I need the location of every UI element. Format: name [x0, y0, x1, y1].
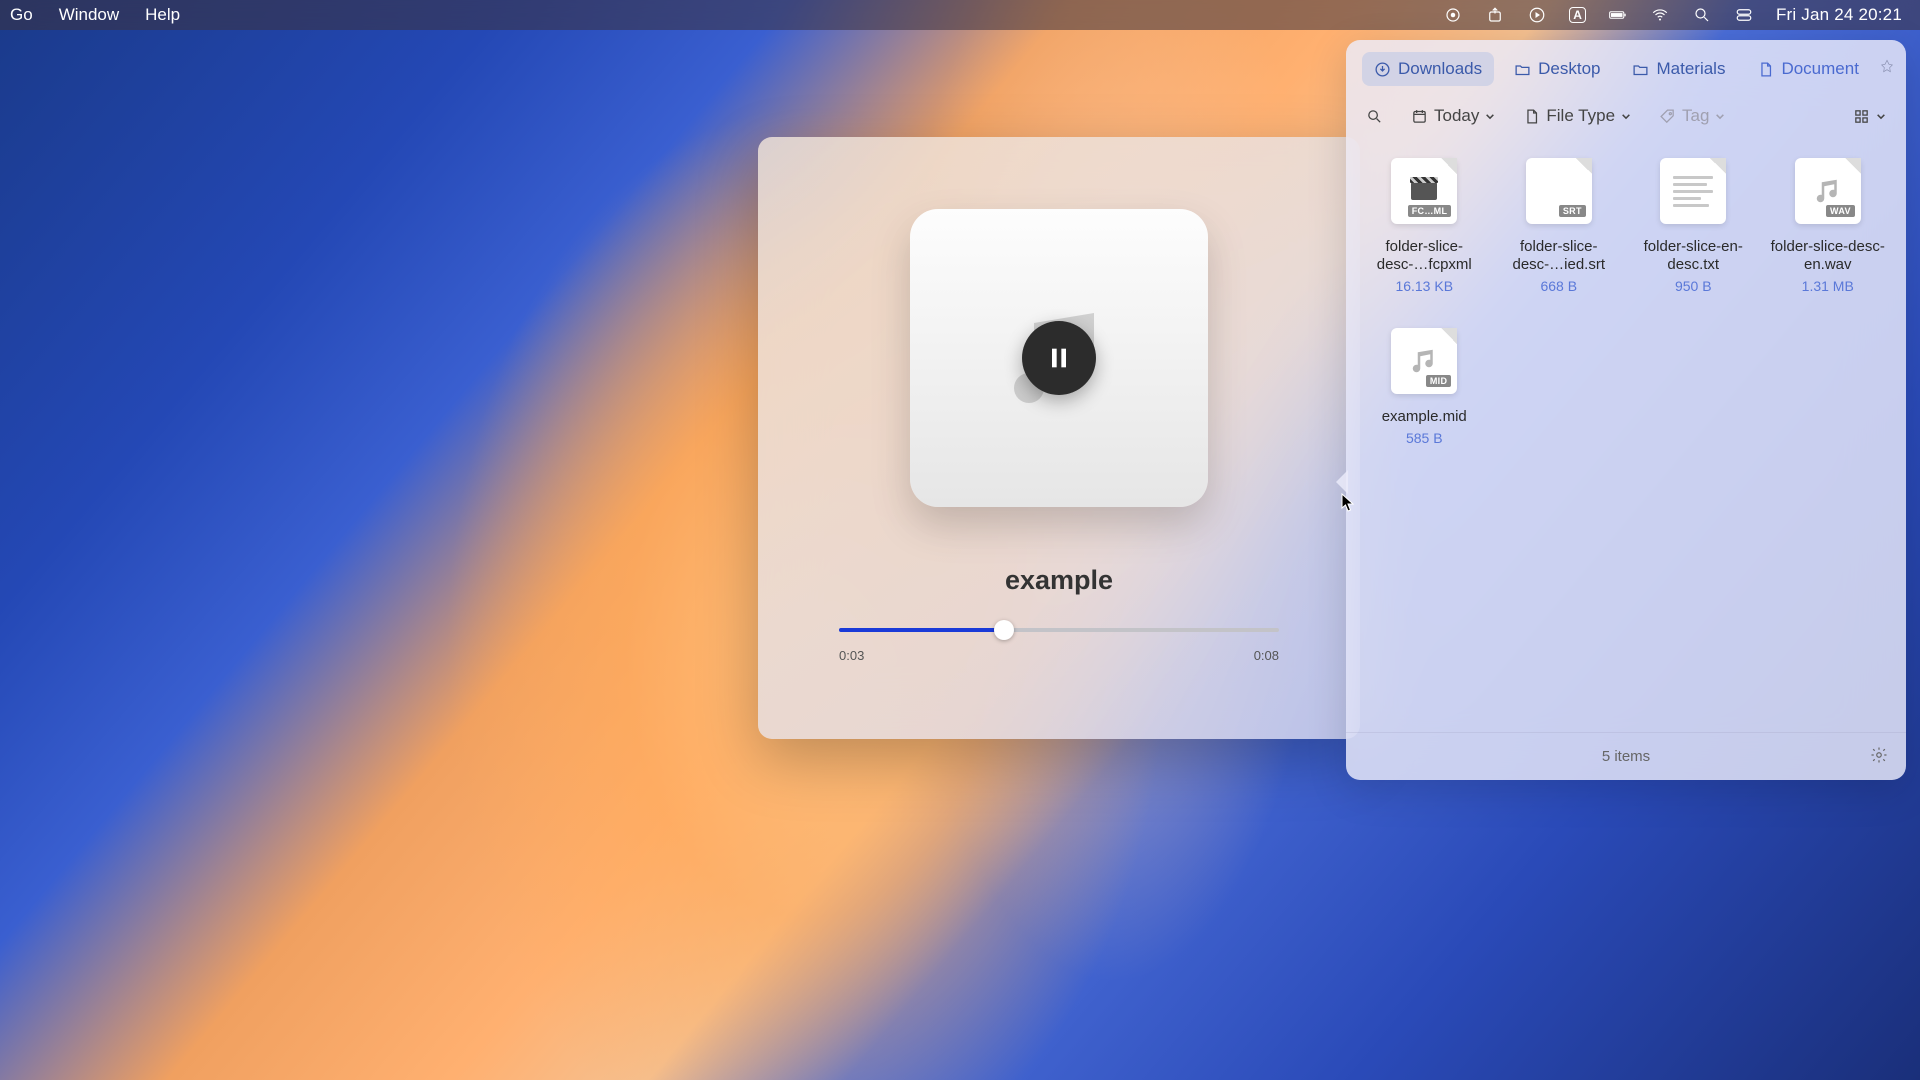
- tab-label: Downloads: [1398, 59, 1482, 79]
- file-name: folder-slice-en-desc.txt: [1631, 238, 1756, 274]
- filter-filetype[interactable]: File Type: [1523, 106, 1631, 126]
- file-icon: [1660, 158, 1726, 224]
- quicklook-player: example 0:03 0:08: [758, 137, 1360, 739]
- progress-fill: [839, 628, 1004, 632]
- time-elapsed: 0:03: [839, 648, 864, 663]
- box-out-icon[interactable]: [1485, 5, 1505, 25]
- panel-tabs: Downloads Desktop Materials Document: [1346, 40, 1906, 98]
- file-grid: FC…ML folder-slice-desc-…fcpxml 16.13 KB SR…: [1346, 140, 1906, 732]
- file-size: 1.31 MB: [1802, 278, 1854, 294]
- file-icon: SRT: [1526, 158, 1592, 224]
- panel-pointer: [1336, 470, 1348, 494]
- file-size: 585 B: [1406, 430, 1443, 446]
- cursor-icon: [1341, 493, 1355, 513]
- file-item[interactable]: FC…ML folder-slice-desc-…fcpxml 16.13 KB: [1360, 150, 1489, 316]
- file-item[interactable]: SRT folder-slice-desc-…ied.srt 668 B: [1495, 150, 1624, 316]
- file-name: folder-slice-desc-en.wav: [1766, 238, 1891, 274]
- progress-area: 0:03 0:08: [839, 628, 1279, 663]
- file-item[interactable]: MID example.mid 585 B: [1360, 320, 1489, 468]
- time-total: 0:08: [1254, 648, 1279, 663]
- input-source-badge[interactable]: A: [1569, 7, 1586, 23]
- pause-button[interactable]: [1022, 321, 1096, 395]
- panel-search-button[interactable]: [1366, 108, 1383, 125]
- tab-desktop[interactable]: Desktop: [1502, 52, 1612, 86]
- tab-label: Document: [1781, 59, 1858, 79]
- file-item[interactable]: WAV folder-slice-desc-en.wav 1.31 MB: [1764, 150, 1893, 316]
- progress-knob[interactable]: [994, 620, 1014, 640]
- tab-label: Materials: [1656, 59, 1725, 79]
- menu-help[interactable]: Help: [145, 5, 180, 25]
- menubar: Go Window Help A Fri Jan 24 20:21: [0, 0, 1920, 30]
- player-artwork: [910, 209, 1208, 507]
- menu-go[interactable]: Go: [10, 5, 33, 25]
- file-panel: Downloads Desktop Materials Document Today …: [1346, 40, 1906, 780]
- file-name: example.mid: [1382, 408, 1467, 426]
- file-icon: FC…ML: [1391, 158, 1457, 224]
- file-ext-badge: FC…ML: [1408, 205, 1452, 217]
- search-icon[interactable]: [1692, 5, 1712, 25]
- menubar-clock[interactable]: Fri Jan 24 20:21: [1776, 5, 1902, 25]
- pin-icon[interactable]: [1879, 59, 1895, 80]
- file-item[interactable]: folder-slice-en-desc.txt 950 B: [1629, 150, 1758, 316]
- progress-bar[interactable]: [839, 628, 1279, 632]
- battery-icon[interactable]: [1608, 5, 1628, 25]
- panel-settings-button[interactable]: [1870, 746, 1888, 768]
- file-name: folder-slice-desc-…ied.srt: [1497, 238, 1622, 274]
- view-mode-button[interactable]: [1853, 108, 1886, 125]
- panel-item-count: 5 items: [1602, 748, 1650, 765]
- panel-toolbar: Today File Type Tag: [1346, 98, 1906, 140]
- play-circle-icon[interactable]: [1527, 5, 1547, 25]
- tab-materials[interactable]: Materials: [1620, 52, 1737, 86]
- file-ext-badge: WAV: [1826, 205, 1855, 217]
- file-size: 668 B: [1540, 278, 1577, 294]
- control-center-icon[interactable]: [1734, 5, 1754, 25]
- tab-document[interactable]: Document: [1745, 52, 1870, 86]
- record-icon[interactable]: [1443, 5, 1463, 25]
- file-size: 16.13 KB: [1395, 278, 1453, 294]
- menu-window[interactable]: Window: [59, 5, 119, 25]
- file-ext-badge: MID: [1426, 375, 1451, 387]
- wifi-icon[interactable]: [1650, 5, 1670, 25]
- file-icon: WAV: [1795, 158, 1861, 224]
- panel-status: 5 items: [1346, 732, 1906, 780]
- file-icon: MID: [1391, 328, 1457, 394]
- tab-downloads[interactable]: Downloads: [1362, 52, 1494, 86]
- track-title: example: [1005, 565, 1113, 596]
- file-ext-badge: SRT: [1559, 205, 1586, 217]
- tab-label: Desktop: [1538, 59, 1600, 79]
- filter-tag[interactable]: Tag: [1659, 106, 1725, 126]
- desktop: Go Window Help A Fri Jan 24 20:21 exampl…: [0, 0, 1920, 1080]
- file-size: 950 B: [1675, 278, 1712, 294]
- file-name: folder-slice-desc-…fcpxml: [1362, 238, 1487, 274]
- filter-today[interactable]: Today: [1411, 106, 1495, 126]
